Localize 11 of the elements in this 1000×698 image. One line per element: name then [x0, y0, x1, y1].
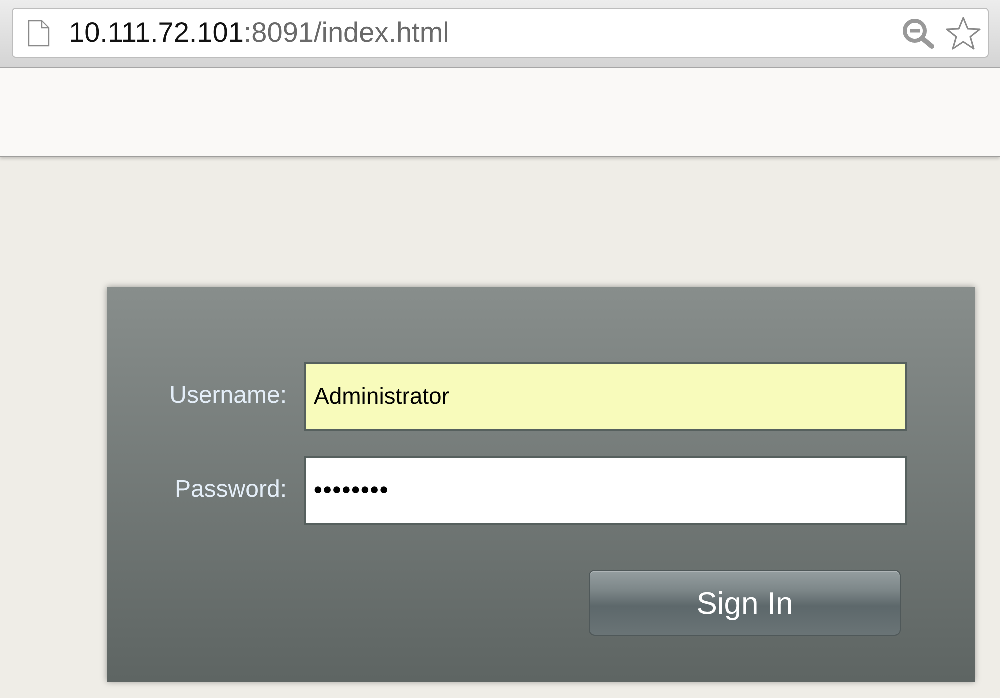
field-label: Password:: [174, 477, 287, 504]
star-icon[interactable]: [945, 16, 982, 50]
address-bar[interactable]: 10.111.72.101:8091/index.html: [12, 8, 989, 58]
text-field[interactable]: Administrator: [304, 362, 907, 431]
field-label: Username:: [170, 383, 287, 410]
zoom-out-icon[interactable]: [902, 18, 935, 48]
url-host-text: 10.111.72.101: [69, 19, 244, 47]
sign-in-button[interactable]: Sign In: [589, 570, 901, 636]
password-field[interactable]: ••••••••: [304, 456, 907, 525]
document-icon: [28, 20, 50, 46]
url-path-text: :8091/index.html: [244, 19, 450, 47]
